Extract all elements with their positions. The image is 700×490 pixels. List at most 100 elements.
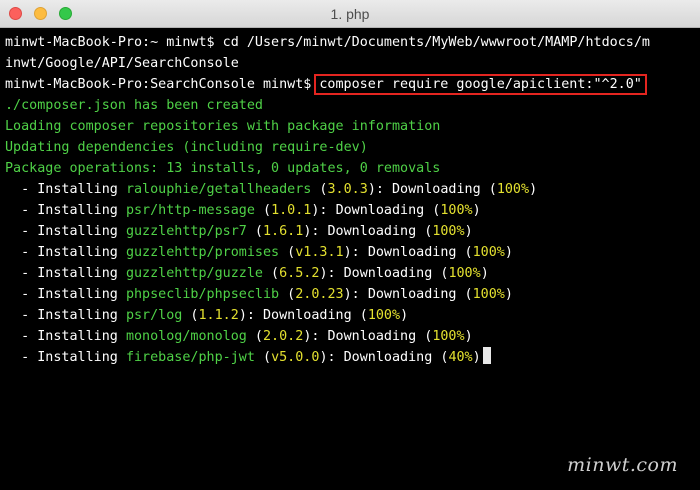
download-percent: 100% <box>472 287 505 302</box>
install-prefix: - Installing <box>5 182 126 197</box>
download-percent: 40% <box>448 350 473 365</box>
install-prefix: - Installing <box>5 287 126 302</box>
punctuation: ) <box>472 203 481 218</box>
install-line: - Installing phpseclib/phpseclib (2.0.23… <box>5 284 700 305</box>
punctuation: ( <box>432 350 449 365</box>
punctuation: ) <box>504 245 513 260</box>
punctuation: ( <box>279 287 296 302</box>
punctuation: ( <box>456 245 473 260</box>
punctuation: ) <box>480 266 489 281</box>
package-name: guzzlehttp/promises <box>125 245 280 260</box>
install-prefix: - Installing <box>5 266 126 281</box>
downloading-label: Downloading <box>343 350 433 365</box>
terminal-line: ./composer.json has been created <box>5 98 263 113</box>
package-name: ralouphie/getallheaders <box>125 182 312 197</box>
terminal-line-command: minwt-MacBook-Pro:SearchConsole minwt$ co… <box>5 74 700 95</box>
punctuation: ( <box>263 266 280 281</box>
punctuation: ) <box>529 182 538 197</box>
punctuation: ): <box>319 350 344 365</box>
punctuation: ( <box>480 182 497 197</box>
download-percent: 100% <box>367 308 401 323</box>
punctuation: ): <box>311 203 336 218</box>
punctuation: ( <box>432 266 449 281</box>
package-name: guzzlehttp/psr7 <box>125 224 247 239</box>
punctuation: ): <box>238 308 263 323</box>
punctuation: ( <box>424 203 441 218</box>
downloading-label: Downloading <box>327 329 417 344</box>
package-version: 1.6.1 <box>263 224 304 239</box>
punctuation: ( <box>416 224 433 239</box>
package-version: 2.0.2 <box>263 329 304 344</box>
punctuation: ( <box>254 350 272 365</box>
terminal-line: inwt/Google/API/SearchConsole <box>5 56 239 71</box>
watermark: minwt.com <box>567 454 678 476</box>
install-list: - Installing ralouphie/getallheaders (3.… <box>5 179 700 368</box>
shell-prompt: minwt-MacBook-Pro:SearchConsole minwt$ <box>5 77 312 92</box>
punctuation: ( <box>254 203 272 218</box>
downloading-label: Downloading <box>327 224 417 239</box>
package-version: 1.1.2 <box>198 308 239 323</box>
download-percent: 100% <box>432 329 465 344</box>
download-percent: 100% <box>496 182 530 197</box>
punctuation: ) <box>400 308 409 323</box>
punctuation: ( <box>351 308 368 323</box>
install-line: - Installing psr/http-message (1.0.1): D… <box>5 200 700 221</box>
package-version: 1.0.1 <box>271 203 312 218</box>
punctuation: ( <box>311 182 328 197</box>
punctuation: ) <box>472 350 481 365</box>
text-cursor <box>482 347 491 364</box>
download-percent: 100% <box>432 224 465 239</box>
punctuation: ) <box>464 224 473 239</box>
downloading-label: Downloading <box>392 182 481 197</box>
install-line: - Installing guzzlehttp/psr7 (1.6.1): Do… <box>5 221 700 242</box>
package-name: firebase/php-jwt <box>125 350 255 365</box>
downloading-label: Downloading <box>367 245 457 260</box>
punctuation: ( <box>416 329 433 344</box>
package-version: 3.0.3 <box>327 182 368 197</box>
punctuation: ( <box>456 287 473 302</box>
package-version: v1.3.1 <box>295 245 344 260</box>
punctuation: ) <box>504 287 513 302</box>
install-prefix: - Installing <box>5 350 126 365</box>
terminal-line: Updating dependencies (including require… <box>5 140 368 155</box>
downloading-label: Downloading <box>335 203 425 218</box>
terminal-output[interactable]: minwt-MacBook-Pro:~ minwt$ cd /Users/min… <box>0 28 700 490</box>
punctuation: ): <box>319 266 344 281</box>
punctuation: ): <box>303 224 328 239</box>
install-prefix: - Installing <box>5 329 126 344</box>
install-line: - Installing monolog/monolog (2.0.2): Do… <box>5 326 700 347</box>
package-version: v5.0.0 <box>271 350 320 365</box>
package-version: 2.0.23 <box>295 287 344 302</box>
terminal-line: Loading composer repositories with packa… <box>5 119 441 134</box>
download-percent: 100% <box>472 245 505 260</box>
window-title: 1. php <box>330 6 370 22</box>
punctuation: ( <box>182 308 199 323</box>
punctuation: ): <box>343 245 368 260</box>
downloading-label: Downloading <box>343 266 433 281</box>
terminal-window: 1. php minwt-MacBook-Pro:~ minwt$ cd /Us… <box>0 0 700 490</box>
punctuation: ): <box>303 329 328 344</box>
install-line: - Installing guzzlehttp/promises (v1.3.1… <box>5 242 700 263</box>
punctuation: ) <box>464 329 473 344</box>
package-version: 6.5.2 <box>279 266 320 281</box>
package-name: psr/log <box>125 308 183 323</box>
package-name: phpseclib/phpseclib <box>125 287 280 302</box>
terminal-line: minwt-MacBook-Pro:~ minwt$ cd /Users/min… <box>5 35 650 50</box>
download-percent: 100% <box>448 266 481 281</box>
install-prefix: - Installing <box>5 224 126 239</box>
install-prefix: - Installing <box>5 245 126 260</box>
punctuation: ( <box>279 245 296 260</box>
downloading-label: Downloading <box>367 287 457 302</box>
punctuation: ): <box>367 182 392 197</box>
downloading-label: Downloading <box>263 308 352 323</box>
title-bar[interactable]: 1. php <box>0 0 700 28</box>
install-line: - Installing ralouphie/getallheaders (3.… <box>5 179 700 200</box>
punctuation: ( <box>246 224 263 239</box>
install-prefix: - Installing <box>5 203 126 218</box>
install-line: - Installing firebase/php-jwt (v5.0.0): … <box>5 347 700 368</box>
install-prefix: - Installing <box>5 308 126 323</box>
download-percent: 100% <box>440 203 473 218</box>
terminal-line: Package operations: 13 installs, 0 updat… <box>5 161 441 176</box>
punctuation: ( <box>246 329 263 344</box>
package-name: guzzlehttp/guzzle <box>125 266 263 281</box>
